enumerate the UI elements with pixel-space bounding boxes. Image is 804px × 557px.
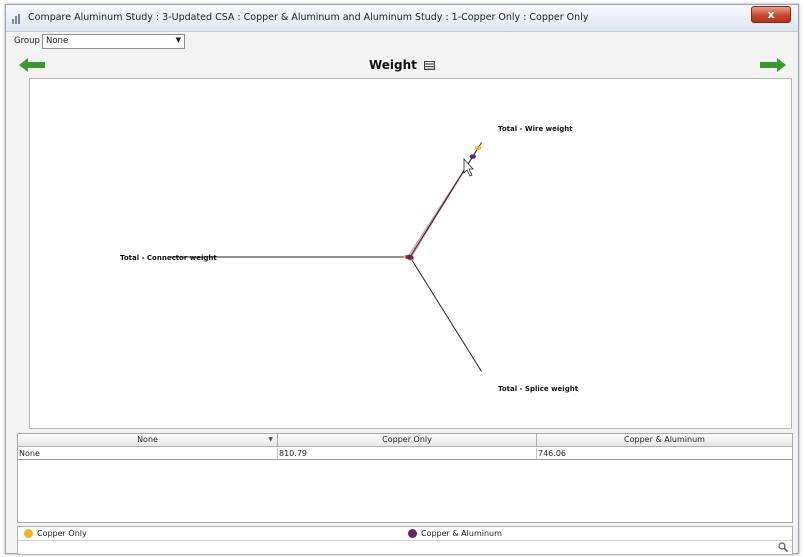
- title-bar: Compare Aluminum Study : 3-Updated CSA :…: [6, 5, 798, 32]
- data-point-1-0: [469, 154, 476, 159]
- chart-type-icon[interactable]: [424, 61, 436, 70]
- group-select[interactable]: None ▼: [42, 34, 185, 49]
- radar-chart: Total - Wire weight Total - Connector wei…: [120, 125, 579, 393]
- chart-title: Weight: [368, 58, 417, 72]
- axis-line-2: [409, 256, 482, 372]
- table-header-copper-only[interactable]: Copper Only: [278, 434, 537, 447]
- chart-panel: Total - Wire weight Total - Connector wei…: [29, 78, 792, 429]
- compare-window: Compare Aluminum Study : 3-Updated CSA :…: [5, 4, 799, 555]
- window-title: Compare Aluminum Study : 3-Updated CSA :…: [28, 12, 589, 23]
- axis-label-1: Total - Connector weight: [120, 254, 217, 262]
- legend-dot-icon: [408, 529, 417, 538]
- legend-label: Copper & Aluminum: [421, 529, 502, 538]
- axis-label-0: Total - Wire weight: [498, 125, 573, 133]
- chevron-down-icon: ▼: [175, 36, 181, 44]
- data-table: None ▼ Copper Only Copper & Aluminum Non…: [17, 433, 793, 523]
- close-button[interactable]: x: [751, 6, 791, 23]
- mouse-cursor-icon: [463, 157, 474, 177]
- data-point-0-0: [475, 145, 482, 150]
- legend-dot-icon: [24, 529, 33, 538]
- table-cell: 746.06: [537, 448, 792, 460]
- table-cell: 810.79: [278, 448, 537, 460]
- table-header-copper-aluminum[interactable]: Copper & Aluminum: [537, 434, 792, 447]
- table-header-group[interactable]: None ▼: [18, 434, 278, 447]
- legend-search-bar[interactable]: [18, 540, 792, 553]
- data-point-1-2: [407, 255, 414, 260]
- table-cell: None: [18, 448, 278, 460]
- sort-arrow-icon: ▼: [268, 436, 273, 443]
- axis-label-2: Total - Splice weight: [498, 385, 579, 393]
- legend: Copper Only Copper & Aluminum: [17, 526, 793, 555]
- chart-title-wrap: Weight: [6, 58, 798, 72]
- app-icon: [12, 14, 20, 24]
- table-header-label: None: [137, 435, 158, 444]
- group-select-value: None: [46, 36, 69, 46]
- axis-line-0: [409, 142, 482, 258]
- legend-label: Copper Only: [37, 529, 87, 538]
- next-arrow-icon[interactable]: [760, 58, 786, 72]
- search-icon[interactable]: [778, 542, 788, 552]
- group-label: Group: [14, 36, 40, 46]
- legend-item-copper-only[interactable]: Copper Only: [24, 529, 87, 538]
- legend-item-copper-aluminum[interactable]: Copper & Aluminum: [408, 529, 502, 538]
